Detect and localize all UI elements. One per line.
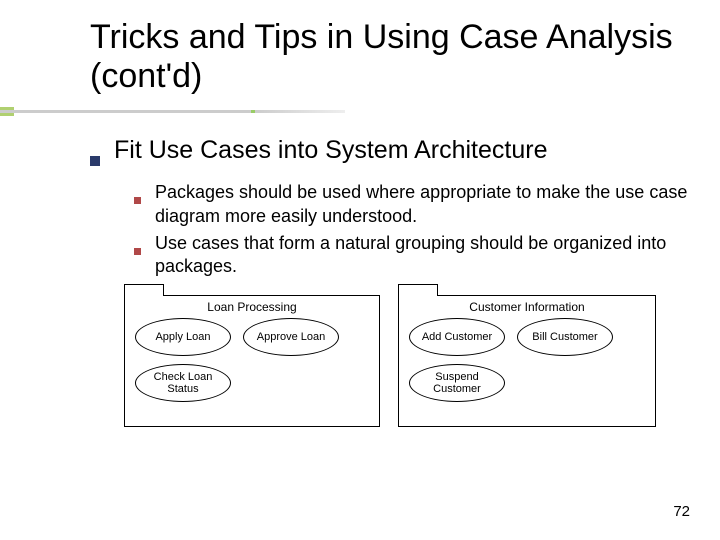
bullet-text: Packages should be used where appropriat… xyxy=(155,181,692,228)
usecase-ellipse: Add Customer xyxy=(409,318,505,356)
usecase-ellipse: Approve Loan xyxy=(243,318,339,356)
slide-title: Tricks and Tips in Using Case Analysis (… xyxy=(90,18,692,96)
bullet-level2: Use cases that form a natural grouping s… xyxy=(134,232,692,279)
usecase-ellipse: Bill Customer xyxy=(517,318,613,356)
usecase-ellipse: Suspend Customer xyxy=(409,364,505,402)
bullet-square-icon xyxy=(90,156,100,166)
page-number: 72 xyxy=(673,503,690,520)
package-tab-icon xyxy=(398,284,438,296)
heading-text: Fit Use Cases into System Architecture xyxy=(114,136,547,165)
package-customer-information: Customer Information Add Customer Bill C… xyxy=(398,295,656,427)
slide-body: Fit Use Cases into System Architecture P… xyxy=(90,136,692,427)
bullet-level2: Packages should be used where appropriat… xyxy=(134,181,692,228)
bullet-level1: Fit Use Cases into System Architecture xyxy=(90,136,692,165)
title-underline xyxy=(0,110,255,113)
uml-diagrams: Loan Processing Apply Loan Approve Loan … xyxy=(124,295,692,427)
bullet-square-icon xyxy=(134,248,141,255)
package-title: Customer Information xyxy=(399,300,655,314)
usecase-ellipse: Check Loan Status xyxy=(135,364,231,402)
bullet-text: Use cases that form a natural grouping s… xyxy=(155,232,692,279)
bullet-square-icon xyxy=(134,197,141,204)
usecase-ellipse: Apply Loan xyxy=(135,318,231,356)
package-loan-processing: Loan Processing Apply Loan Approve Loan … xyxy=(124,295,380,427)
package-tab-icon xyxy=(124,284,164,296)
package-title: Loan Processing xyxy=(125,300,379,314)
